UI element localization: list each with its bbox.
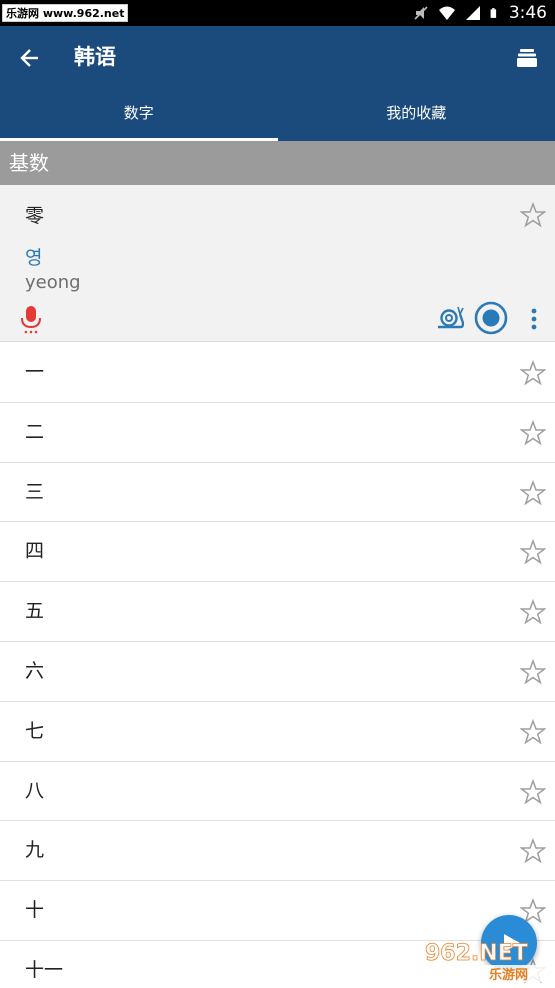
list-item[interactable]: 五 [0,582,555,642]
list-item-label: 二 [25,420,45,443]
expanded-list-item[interactable]: 零 영 yeong [0,185,555,342]
number-list: 一二三四五六七八九十十一 [0,343,555,988]
status-bar: 乐游网 www.962.net 3:46 [0,0,555,26]
star-icon[interactable] [520,778,546,805]
stack-icon [517,49,537,67]
list-item[interactable]: 九 [0,821,555,882]
tab-numbers[interactable]: 数字 [0,98,278,141]
list-item[interactable]: 四 [0,522,555,583]
word-label: 零 [25,205,45,227]
list-item-label: 四 [25,540,45,563]
list-item[interactable]: 六 [0,641,555,702]
record-icon[interactable] [474,301,508,335]
tab-bar: 数字 我的收藏 [0,98,555,141]
star-icon[interactable] [520,539,546,565]
app-bar: 韩语 数字 我的收藏 [0,26,555,141]
list-item-label: 七 [25,719,45,742]
star-icon[interactable] [520,658,546,685]
svg-text:乐游网: 乐游网 [489,967,528,983]
page-title: 韩语 [74,45,116,69]
list-item-label: 一 [25,361,45,383]
more-vert-icon[interactable] [524,305,544,333]
wifi-icon [438,6,455,20]
star-icon[interactable] [520,718,546,745]
list-item[interactable]: 一 [0,343,555,403]
mute-icon [414,6,428,20]
list-item[interactable]: 二 [0,402,555,463]
watermark-text: 乐游网 www.962.net [2,4,129,22]
status-icons: 3:46 [412,0,547,26]
snail-icon[interactable] [436,305,464,331]
star-icon[interactable] [520,838,546,864]
list-item-label: 十一 [25,958,64,981]
tab-favorites[interactable]: 我的收藏 [278,98,555,141]
romanization-text: yeong [25,272,81,293]
star-icon[interactable] [520,202,546,228]
list-item-label: 三 [25,480,45,503]
signal-icon [465,6,480,20]
stack-button[interactable] [509,40,545,76]
list-item[interactable]: 十 [0,881,555,941]
list-item-label: 八 [25,779,45,802]
battery-icon [490,8,496,18]
svg-text:962.NET: 962.NET [425,941,528,966]
status-time: 3:46 [508,3,547,23]
star-icon[interactable] [520,419,546,446]
list-item[interactable]: 七 [0,701,555,762]
star-icon[interactable] [520,479,546,506]
list-item-label: 十 [25,899,45,922]
star-icon[interactable] [520,360,546,386]
korean-text: 영 [25,247,43,269]
site-logo: 962.NET 乐游网 [425,941,547,983]
arrow-left-icon [20,49,38,67]
list-item[interactable]: 八 [0,761,555,822]
list-item-label: 六 [25,659,45,682]
section-header: 基数 [0,141,555,185]
mic-icon[interactable] [18,305,44,335]
list-item-label: 五 [25,600,45,623]
star-icon[interactable] [520,599,546,625]
list-item[interactable]: 三 [0,462,555,523]
back-button[interactable] [12,40,48,76]
list-item-label: 九 [25,839,45,862]
